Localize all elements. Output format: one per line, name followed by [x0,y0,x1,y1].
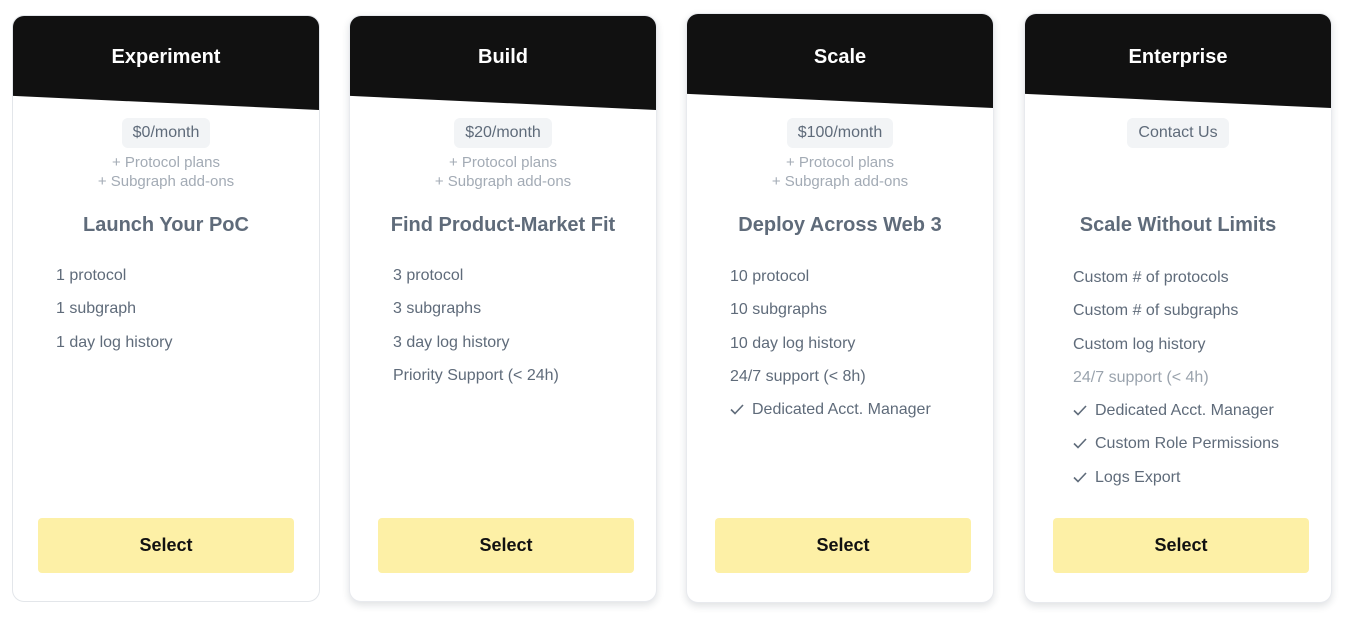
feature-text: Custom log history [1073,335,1206,353]
plan-title: Enterprise [1128,46,1228,68]
plan-title: Experiment [111,46,221,68]
feature-text: 10 protocol [730,268,810,285]
feature-text: Custom # of protocols [1073,269,1229,286]
check-icon [1073,434,1095,450]
select-button-enterprise[interactable]: Select [1053,518,1309,573]
feature-item: Logs Export [1073,468,1279,501]
plan-tagline: Scale Without Limits [1079,214,1277,236]
plan-title: Scale [813,46,867,68]
select-button-build[interactable]: Select [378,518,634,573]
feature-item: Custom Role Permissions [1073,434,1279,467]
select-button-experiment[interactable]: Select [38,518,294,573]
feature-text: Dedicated Acct. Manager [1095,402,1274,420]
feature-item: 1 protocol [56,266,173,299]
plan-tagline: Deploy Across Web 3 [738,214,942,236]
feature-item: Dedicated Acct. Manager [730,400,931,433]
feature-text: 24/7 support (< 4h) [1073,368,1209,386]
feature-list: 10 protocol 10 subgraphs 10 day log hist… [730,267,931,433]
feature-item: 3 day log history [393,333,559,366]
plan-addons: + Protocol plans + Subgraph add-ons [350,153,656,191]
feature-item: Custom # of protocols [1073,268,1279,301]
price-badge: $20/month [454,118,552,148]
feature-text: 3 subgraphs [393,300,482,318]
feature-item: 3 subgraphs [393,299,559,332]
feature-item: 10 protocol [730,267,931,300]
plan-addons: + Protocol plans + Subgraph add-ons [13,153,319,191]
feature-list: 3 protocol 3 subgraphs 3 day log history… [393,266,559,399]
feature-text: 1 protocol [56,267,127,284]
plan-title: Build [478,46,528,68]
feature-item: 1 subgraph [56,299,173,332]
feature-item: Custom # of subgraphs [1073,301,1279,334]
feature-text: 24/7 support (< 8h) [730,367,866,385]
feature-item: Custom log history [1073,335,1279,368]
addon-line: + Protocol plans [112,154,220,171]
feature-item: Dedicated Acct. Manager [1073,401,1279,434]
price-badge: $100/month [786,118,894,148]
plan-addons: + Protocol plans + Subgraph add-ons [687,153,993,191]
feature-text: Logs Export [1095,468,1181,486]
feature-item: 10 subgraphs [730,300,931,333]
feature-item: 10 day log history [730,334,931,367]
plan-card-scale: Scale $100/month + Protocol plans + Subg… [686,13,994,603]
feature-item: 1 day log history [56,333,173,366]
contact-badge: Contact Us [1127,118,1229,148]
feature-item: 3 protocol [393,266,559,299]
plan-tagline: Launch Your PoC [83,214,249,236]
plan-card-build: Build $20/month + Protocol plans + Subgr… [349,15,657,602]
feature-text: 10 day log history [730,334,856,352]
feature-text: 3 day log history [393,333,510,351]
check-icon [1073,468,1095,483]
feature-text: 10 subgraphs [730,301,827,319]
feature-text: 1 subgraph [56,300,137,318]
plan-card-enterprise: Enterprise Contact Us Scale Without Limi… [1024,13,1332,603]
feature-list: Custom # of protocols Custom # of subgra… [1073,268,1279,501]
feature-text: 3 protocol [393,267,464,284]
feature-text: Custom # of subgraphs [1073,302,1239,320]
feature-text: 1 day log history [56,333,173,351]
feature-text: Custom Role Permissions [1095,435,1280,453]
addon-line: + Protocol plans [786,154,894,171]
addon-line: + Protocol plans [449,154,557,171]
feature-text: Priority Support (< 24h) [393,366,559,384]
feature-text: Dedicated Acct. Manager [752,401,931,419]
price-badge: $0/month [121,118,211,148]
addon-line: + Subgraph add-ons [97,173,235,190]
feature-list: 1 protocol 1 subgraph 1 day log history [56,266,173,366]
plan-card-experiment: Experiment $0/month + Protocol plans + S… [12,15,320,602]
check-icon [1073,401,1095,416]
select-button-scale[interactable]: Select [715,518,971,573]
addon-line: + Subgraph add-ons [771,173,909,190]
feature-item: 24/7 support (< 8h) [730,367,931,400]
feature-item: 24/7 support (< 4h) [1073,368,1279,401]
plan-tagline: Find Product-Market Fit [390,214,616,236]
check-icon [730,400,752,415]
addon-line: + Subgraph add-ons [434,173,572,190]
feature-item: Priority Support (< 24h) [393,366,559,399]
